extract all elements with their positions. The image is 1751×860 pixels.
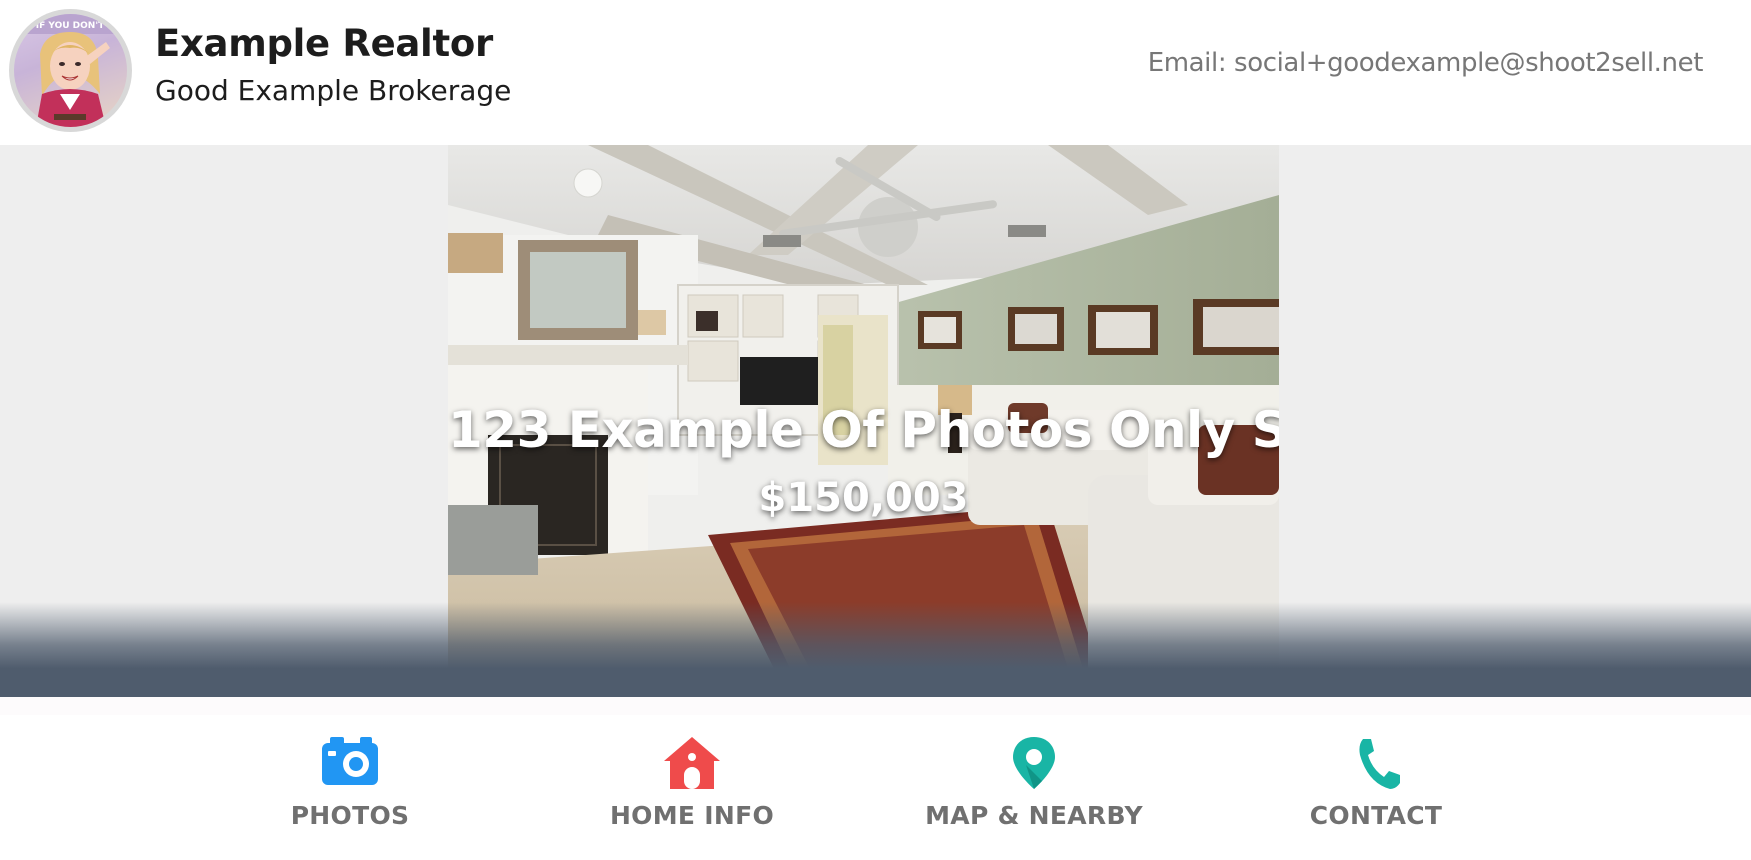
- hero-bottom-fade: [0, 602, 1751, 697]
- avatar-caption: IF YOU DON'T: [36, 21, 105, 31]
- avatar-image: IF YOU DON'T: [14, 14, 127, 127]
- nav-photos-label: PHOTOS: [290, 801, 410, 830]
- house-icon: [664, 737, 720, 789]
- nav-contact-label: CONTACT: [1309, 801, 1443, 830]
- agent-name: Example Realtor: [155, 22, 493, 65]
- listing-address: 123 Example Of Photos Only St: [448, 401, 1279, 459]
- hero-section: 123 Example Of Photos Only St $150,003: [0, 145, 1751, 697]
- map-pin-icon: [1013, 737, 1055, 789]
- nav-photos-button[interactable]: PHOTOS: [230, 735, 470, 845]
- nav-map-nearby-label: MAP & NEARBY: [925, 801, 1143, 830]
- agent-avatar[interactable]: IF YOU DON'T: [9, 9, 132, 132]
- listing-price: $150,003: [758, 475, 969, 521]
- phone-icon: [1359, 739, 1400, 789]
- nav-top-strip: [0, 697, 1751, 715]
- agent-email-link[interactable]: Email: social+goodexample@shoot2sell.net: [1148, 48, 1704, 78]
- nav-map-nearby-button[interactable]: MAP & NEARBY: [914, 735, 1154, 845]
- nav-home-info-button[interactable]: HOME INFO: [572, 735, 812, 845]
- camera-icon: [322, 737, 378, 785]
- nav-home-info-label: HOME INFO: [609, 801, 775, 830]
- nav-contact-button[interactable]: CONTACT: [1256, 735, 1496, 845]
- listing-nav-bar: PHOTOS HOME INFO MAP & NEARBY CONTACT: [0, 697, 1751, 860]
- site-header: IF YOU DON'T Example Realtor Good Exampl…: [0, 0, 1751, 145]
- brokerage-name: Good Example Brokerage: [155, 74, 512, 107]
